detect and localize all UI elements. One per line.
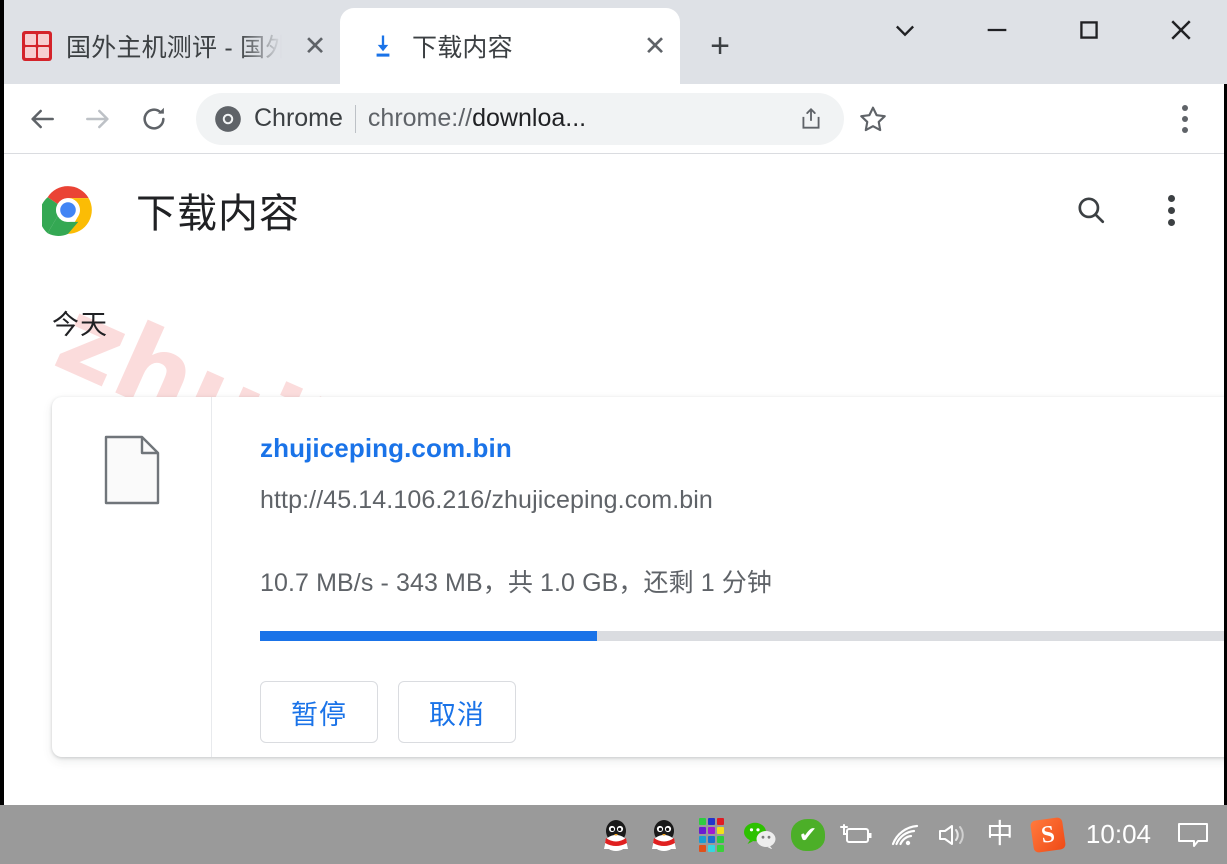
download-source-url: http://45.14.106.216/zhujiceping.com.bin [260, 486, 713, 514]
window-left-border [0, 0, 4, 805]
downloads-header: 下载内容 [0, 155, 1227, 265]
download-status-text: 10.7 MB/s - 343 MB，共 1.0 GB，还剩 1 分钟 [260, 569, 772, 597]
browser-menu-icon[interactable] [1157, 91, 1213, 147]
chrome-logo-icon [214, 105, 242, 133]
battery-charging-icon[interactable] [832, 805, 880, 864]
wifi-icon[interactable] [880, 805, 928, 864]
sogou-label: S [1029, 816, 1066, 853]
download-progress-fill [260, 631, 597, 641]
bookmark-star-icon[interactable] [854, 91, 892, 147]
window-controls [859, 0, 1227, 60]
search-icon[interactable] [1063, 182, 1119, 238]
cancel-button[interactable]: 取消 [398, 681, 516, 743]
minimize-icon[interactable] [951, 0, 1043, 60]
color-grid-icon[interactable] [688, 805, 736, 864]
volume-icon[interactable] [928, 805, 976, 864]
share-icon[interactable] [792, 100, 830, 138]
maximize-icon[interactable] [1043, 0, 1135, 60]
tab-downloads[interactable]: 下载内容 ✕ [340, 8, 680, 84]
close-window-icon[interactable] [1135, 0, 1227, 60]
download-item-card: zhujiceping.com.bin http://45.14.106.216… [52, 397, 1227, 757]
reload-icon[interactable] [126, 91, 182, 147]
omnibox-scheme-label: Chrome [254, 104, 343, 132]
page-title: 下载内容 [136, 192, 300, 236]
tab-search-icon[interactable] [859, 0, 951, 60]
ime-chinese-icon[interactable]: 中 [976, 805, 1024, 864]
tab-title: 下载内容 [412, 34, 513, 62]
tab-title: 国外主机测评 - 国外 [66, 34, 282, 62]
tab-guowai-zhuji[interactable]: 国外主机测评 - 国外 ✕ [0, 8, 340, 84]
file-icon-column [52, 397, 212, 757]
taskbar-clock[interactable]: 10:04 [1072, 819, 1169, 850]
notification-icon[interactable] [1169, 805, 1217, 864]
omnibox-url[interactable]: chrome://downloa... [368, 104, 780, 133]
forward-icon[interactable] [70, 91, 126, 147]
generic-file-icon [104, 435, 160, 505]
new-tab-button[interactable]: + [694, 20, 746, 72]
download-details: zhujiceping.com.bin http://45.14.106.216… [212, 397, 1227, 757]
browser-window: 国外主机测评 - 国外 ✕ 下载内容 ✕ + Chrome chrome://d… [0, 0, 1227, 864]
wechat-icon[interactable] [736, 805, 784, 864]
sogou-icon[interactable]: S [1024, 805, 1072, 864]
download-progress-bar [260, 631, 1227, 641]
download-arrow-icon [368, 31, 398, 61]
check-glyph: ✔ [790, 818, 825, 851]
pause-button[interactable]: 暂停 [260, 681, 378, 743]
close-icon[interactable]: ✕ [296, 27, 334, 65]
url-body: downloa... [472, 104, 587, 132]
ime-label: 中 [986, 819, 1014, 850]
qq-icon-1[interactable] [592, 805, 640, 864]
tab-strip: 国外主机测评 - 国外 ✕ 下载内容 ✕ + [0, 0, 1227, 84]
green-check-icon[interactable]: ✔ [784, 805, 832, 864]
download-actions: 暂停 取消 [260, 681, 1227, 743]
system-tray: ✔ 中 S 10:04 [592, 805, 1217, 864]
download-file-name[interactable]: zhujiceping.com.bin [260, 433, 1227, 464]
downloads-page: zhujiceping.com 下载内容 [0, 155, 1227, 805]
page-menu-icon[interactable] [1143, 182, 1199, 238]
chrome-logo-icon [39, 184, 94, 236]
section-header-today: 今天 [52, 310, 108, 340]
back-icon[interactable] [14, 91, 70, 147]
browser-toolbar: Chrome chrome://downloa... [0, 84, 1227, 154]
omnibox-divider [354, 104, 356, 133]
red-square-favicon [22, 31, 52, 61]
url-prefix: chrome:// [367, 104, 473, 132]
windows-taskbar: ✔ 中 S 10:04 [0, 805, 1227, 864]
header-actions [1063, 182, 1199, 238]
qq-icon-2[interactable] [640, 805, 688, 864]
address-bar[interactable]: Chrome chrome://downloa... [196, 92, 844, 145]
close-icon[interactable]: ✕ [636, 27, 674, 65]
